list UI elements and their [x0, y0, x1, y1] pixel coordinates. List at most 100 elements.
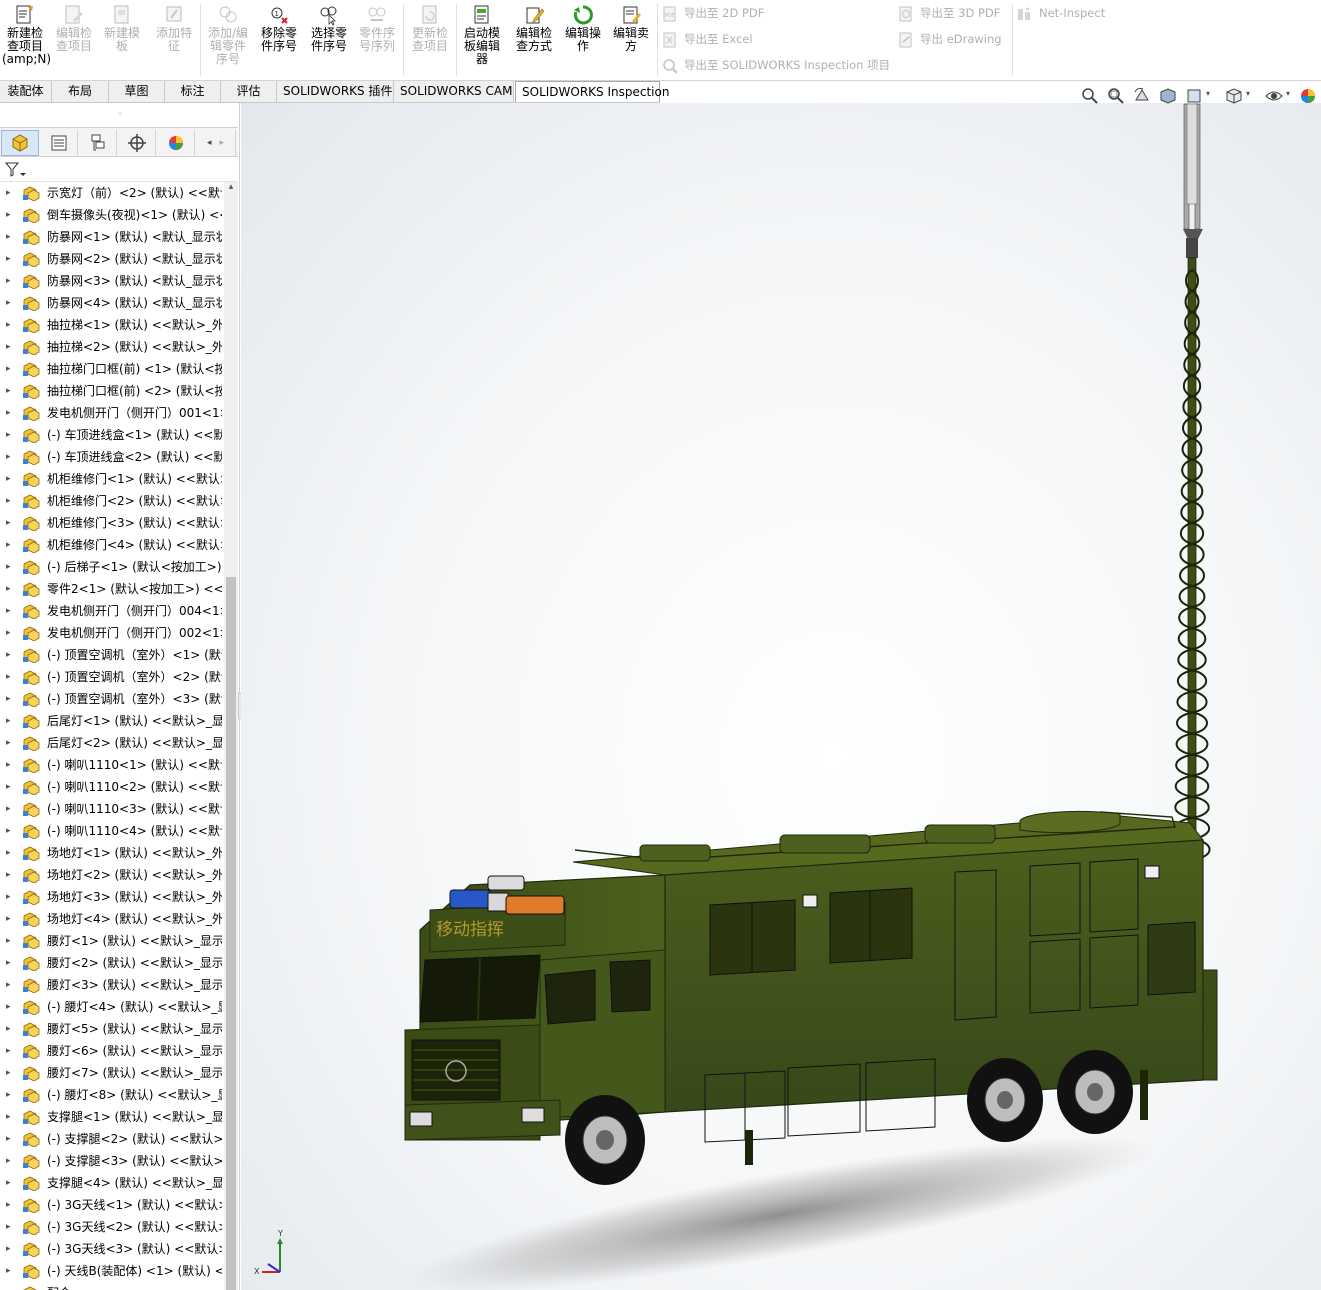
edit-inspection-method-button[interactable]: 编辑检 查方式 — [510, 4, 558, 53]
edit-vendor-button[interactable]: 编辑卖 方 — [608, 4, 654, 53]
tree-item[interactable]: ▸ (-) 天线B(装配体) <1> (默认) < — [0, 1260, 222, 1282]
export-excel-button[interactable]: 导出至 Excel — [662, 31, 753, 48]
expand-arrow-icon[interactable]: ▸ — [6, 930, 11, 952]
add-edit-part-balloon-button[interactable]: 添加/编 辑零件 序号 — [204, 4, 252, 66]
update-inspection-project-button[interactable]: 更新检 查项目 — [406, 4, 454, 53]
tree-item[interactable]: ▸ 防暴网<2> (默认) <默认_显示状 — [0, 248, 222, 270]
expand-arrow-icon[interactable]: ▸ — [6, 1260, 11, 1282]
expand-arrow-icon[interactable]: ▸ — [6, 402, 11, 424]
expand-arrow-icon[interactable]: ▸ — [6, 534, 11, 556]
expand-arrow-icon[interactable]: ▸ — [6, 644, 11, 666]
previous-view-icon[interactable] — [1132, 86, 1152, 106]
tree-item[interactable]: ▸ (-) 3G天线<2> (默认) <<默认>_ — [0, 1216, 222, 1238]
tree-item[interactable]: ▸ 发电机侧开门（侧开门）004<1> — [0, 600, 222, 622]
tree-item[interactable]: ▸ 后尾灯<1> (默认) <<默认>_显示 — [0, 710, 222, 732]
tab-configuration-manager[interactable] — [79, 130, 117, 156]
export-2d-pdf-button[interactable]: PDF 导出至 2D PDF — [662, 5, 764, 22]
tree-item[interactable]: ▸ 支撑腿<4> (默认) <<默认>_显示 — [0, 1172, 222, 1194]
expand-arrow-icon[interactable]: ▸ — [6, 512, 11, 534]
expand-arrow-icon[interactable]: ▸ — [6, 226, 11, 248]
expand-arrow-icon[interactable]: ▸ — [6, 446, 11, 468]
expand-arrow-icon[interactable]: ▸ — [6, 864, 11, 886]
expand-arrow-icon[interactable]: ▸ — [6, 732, 11, 754]
scrollbar-thumb[interactable] — [226, 577, 236, 1290]
tab-scroll-left-icon[interactable]: ◂ — [207, 138, 212, 148]
new-template-button[interactable]: 新建模 板 — [100, 4, 144, 53]
expand-arrow-icon[interactable]: ▸ — [6, 380, 11, 402]
zoom-to-fit-icon[interactable] — [1080, 86, 1100, 106]
view-orientation-icon[interactable] — [1224, 86, 1244, 106]
expand-arrow-icon[interactable]: ▸ — [6, 1062, 11, 1084]
graphics-viewport[interactable]: 移动指挥 Y X — [241, 103, 1321, 1290]
expand-arrow-icon[interactable]: ▸ — [6, 556, 11, 578]
tree-item[interactable]: ▸ (-) 支撑腿<2> (默认) <<默认>_ — [0, 1128, 222, 1150]
expand-arrow-icon[interactable]: ▸ — [6, 666, 11, 688]
expand-arrow-icon[interactable]: ▸ — [6, 908, 11, 930]
tree-item[interactable]: ▸ (-) 车顶进线盒<2> (默认) <<默 — [0, 446, 222, 468]
tree-item[interactable]: ▸ (-) 顶置空调机（室外）<2> (默认 — [0, 666, 222, 688]
expand-arrow-icon[interactable]: ▸ — [6, 952, 11, 974]
tree-item[interactable]: ▸ 腰灯<3> (默认) <<默认>_显示状 — [0, 974, 222, 996]
expand-arrow-icon[interactable]: ▸ — [6, 1238, 11, 1260]
expand-arrow-icon[interactable]: ▸ — [6, 974, 11, 996]
expand-arrow-icon[interactable]: ▸ — [6, 600, 11, 622]
expand-arrow-icon[interactable]: ▸ — [6, 182, 11, 204]
expand-arrow-icon[interactable]: ▸ — [6, 336, 11, 358]
tab-solidworks-cam[interactable]: SOLIDWORKS CAM — [394, 81, 514, 103]
tree-item[interactable]: ▸ 抽拉梯门口框(前) <1> (默认<按 — [0, 358, 222, 380]
hide-show-dropdown-icon[interactable]: ▾ — [1286, 89, 1290, 98]
net-inspect-button[interactable]: Net-Inspect — [1017, 5, 1105, 22]
tree-item[interactable]: ▸ 抽拉梯<1> (默认) <<默认>_外观 — [0, 314, 222, 336]
expand-arrow-icon[interactable]: ▸ — [6, 1040, 11, 1062]
export-3d-pdf-button[interactable]: 导出至 3D PDF — [898, 5, 1000, 22]
expand-arrow-icon[interactable]: ▸ — [6, 358, 11, 380]
expand-arrow-icon[interactable]: ▸ — [6, 776, 11, 798]
tree-item[interactable]: ▸ 腰灯<2> (默认) <<默认>_显示状 — [0, 952, 222, 974]
remove-part-balloon-button[interactable]: 1 移除零 件序号 — [256, 4, 302, 53]
tree-item[interactable]: ▸ 后尾灯<2> (默认) <<默认>_显示 — [0, 732, 222, 754]
filter-icon[interactable] — [4, 161, 26, 179]
tree-item[interactable]: ▸ 发电机侧开门（侧开门）002<1> — [0, 622, 222, 644]
expand-arrow-icon[interactable]: ▸ — [6, 270, 11, 292]
expand-arrow-icon[interactable]: ▸ — [6, 1018, 11, 1040]
expand-arrow-icon[interactable]: ▸ — [6, 842, 11, 864]
expand-arrow-icon[interactable]: ▸ — [6, 1128, 11, 1150]
tree-item[interactable]: ▸ 抽拉梯门口框(前) <2> (默认<按 — [0, 380, 222, 402]
tree-item[interactable]: ▸ 腰灯<1> (默认) <<默认>_显示状 — [0, 930, 222, 952]
model-canvas[interactable]: 移动指挥 Y X — [241, 103, 1321, 1290]
expand-arrow-icon[interactable]: ▸ — [6, 996, 11, 1018]
expand-arrow-icon[interactable]: ▸ — [6, 820, 11, 842]
tree-item[interactable]: ▸ 腰灯<7> (默认) <<默认>_显示状 — [0, 1062, 222, 1084]
new-inspection-project-button[interactable]: 新建检 查项目 (amp;N) — [2, 4, 51, 66]
tab-dimxpert-manager[interactable] — [118, 130, 156, 156]
expand-arrow-icon[interactable]: ▸ — [6, 1084, 11, 1106]
tab-feature-manager[interactable] — [1, 130, 39, 156]
expand-arrow-icon[interactable]: ▸ — [6, 1194, 11, 1216]
tree-item[interactable]: ▸ 机柜维修门<1> (默认) <<默认> — [0, 468, 222, 490]
expand-arrow-icon[interactable]: ▸ — [6, 468, 11, 490]
tree-item[interactable]: ▸ 机柜维修门<2> (默认) <<默认> — [0, 490, 222, 512]
expand-arrow-icon[interactable]: ▸ — [6, 292, 11, 314]
expand-arrow-icon[interactable]: ▸ — [6, 754, 11, 776]
tree-item[interactable]: ▸ 腰灯<5> (默认) <<默认>_显示状 — [0, 1018, 222, 1040]
tab-scroll-arrows[interactable]: ◂ ▸ — [196, 130, 236, 156]
tree-item[interactable]: ▸ 配合 — [0, 1282, 222, 1290]
tab-sketch[interactable]: 草图 — [109, 81, 165, 103]
tree-item[interactable]: ▸ 机柜维修门<3> (默认) <<默认> — [0, 512, 222, 534]
tab-property-manager[interactable] — [40, 130, 78, 156]
hide-show-items-icon[interactable] — [1264, 86, 1284, 106]
tree-item[interactable]: ▸ (-) 喇叭1110<2> (默认) <<默认 — [0, 776, 222, 798]
tree-item[interactable]: ▸ (-) 顶置空调机（室外）<3> (默认 — [0, 688, 222, 710]
balloon-sequence-button[interactable]: 零件序 号序列 — [354, 4, 400, 53]
view-orientation-dropdown-icon[interactable]: ▾ — [1206, 89, 1210, 98]
tree-item[interactable]: ▸ 防暴网<1> (默认) <默认_显示状 — [0, 226, 222, 248]
select-part-balloon-button[interactable]: 选择零 件序号 — [306, 4, 352, 53]
tree-item[interactable]: ▸ 场地灯<3> (默认) <<默认>_外观 — [0, 886, 222, 908]
expand-arrow-icon[interactable]: ▸ — [6, 490, 11, 512]
tab-solidworks-inspection[interactable]: SOLIDWORKS Inspection — [515, 81, 669, 103]
tab-solidworks-addins[interactable]: SOLIDWORKS 插件 — [277, 81, 394, 103]
zoom-to-area-icon[interactable] — [1106, 86, 1126, 106]
expand-arrow-icon[interactable]: ▸ — [6, 710, 11, 732]
tree-filter[interactable] — [0, 157, 238, 182]
tree-item[interactable]: ▸ 腰灯<6> (默认) <<默认>_显示状 — [0, 1040, 222, 1062]
